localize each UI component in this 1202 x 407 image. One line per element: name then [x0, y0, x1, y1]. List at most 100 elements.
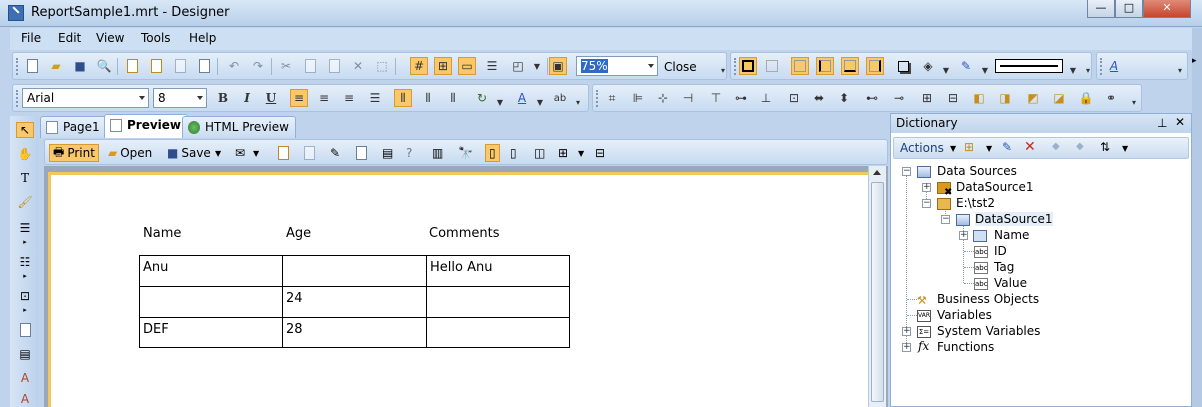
- align-justify-icon[interactable]: ☰: [366, 89, 384, 107]
- headers-icon[interactable]: ▭: [458, 57, 476, 75]
- move-down-icon[interactable]: ◆: [1076, 141, 1084, 152]
- page-setup-icon[interactable]: [195, 57, 213, 75]
- bookmarks-icon[interactable]: ▤: [382, 144, 393, 162]
- make-same-height-icon[interactable]: ⬍: [835, 89, 853, 107]
- close-panel-icon[interactable]: ✕: [1175, 115, 1185, 129]
- align-to-grid-icon[interactable]: ⊞: [434, 57, 452, 75]
- select-all-icon[interactable]: ⬚: [373, 57, 391, 75]
- single-page-icon[interactable]: ▯: [485, 144, 500, 162]
- shadow-icon[interactable]: [894, 57, 912, 75]
- font-size-combo[interactable]: 8: [153, 88, 207, 108]
- align-left-icon[interactable]: ≡: [290, 89, 308, 107]
- text-tool-icon[interactable]: T: [16, 170, 34, 186]
- edit-item-icon[interactable]: ✎: [1002, 140, 1012, 154]
- toolbar-overflow-icon[interactable]: ▸: [1192, 52, 1202, 112]
- scrollbar-thumb[interactable]: [871, 182, 884, 402]
- undo-icon[interactable]: ↶: [225, 57, 243, 75]
- menu-view[interactable]: View: [96, 31, 124, 45]
- border-color-dropdown-icon[interactable]: ▼: [976, 61, 994, 79]
- send-dropdown-icon[interactable]: ▼: [253, 144, 259, 162]
- fill-color-icon[interactable]: ◈: [919, 57, 937, 75]
- cut-icon[interactable]: ✂: [277, 57, 295, 75]
- actions-dropdown-icon[interactable]: ▼: [950, 144, 956, 153]
- send-email-icon[interactable]: ✉: [235, 144, 245, 162]
- font-family-combo[interactable]: Arial: [22, 88, 149, 108]
- align-middles-icon[interactable]: ⊶: [732, 89, 750, 107]
- rich-text-icon[interactable]: A: [16, 391, 34, 407]
- minimize-button[interactable]: —: [1087, 0, 1115, 18]
- save-button[interactable]: ■ Save: [167, 144, 211, 162]
- valign-center-icon[interactable]: ⦀: [419, 89, 437, 107]
- bands-dropdown-icon[interactable]: ▸: [16, 234, 34, 250]
- page-icon[interactable]: [16, 322, 34, 338]
- tree-item-connection[interactable]: E:\tst2: [956, 196, 995, 210]
- collapse-icon[interactable]: −: [941, 215, 950, 224]
- align-tops-icon[interactable]: ⊤: [707, 89, 725, 107]
- hand-tool-icon[interactable]: ✋: [16, 146, 34, 162]
- text-component-icon[interactable]: A: [16, 370, 34, 386]
- expand-icon[interactable]: +: [902, 343, 911, 352]
- page-layout-icon[interactable]: ⊞: [558, 144, 568, 162]
- send-to-back-icon[interactable]: ◨: [996, 89, 1014, 107]
- sort-icon[interactable]: ⇅: [1100, 140, 1110, 154]
- dock-icon[interactable]: ◰: [509, 57, 527, 75]
- menu-help[interactable]: Help: [189, 31, 216, 45]
- underline-button[interactable]: U: [262, 89, 280, 107]
- edit-page-icon[interactable]: ✎: [330, 144, 340, 162]
- new-report-icon[interactable]: [23, 57, 41, 75]
- delete-page-icon[interactable]: [171, 57, 189, 75]
- new-item-dropdown-icon[interactable]: ▼: [986, 144, 992, 153]
- link-icon[interactable]: ⚭: [1102, 89, 1120, 107]
- actions-menu[interactable]: Actions: [900, 141, 944, 155]
- align-right-icon[interactable]: ≡: [340, 89, 358, 107]
- close-preview-button[interactable]: Close: [664, 60, 697, 74]
- tab-page1[interactable]: Page1: [40, 116, 107, 138]
- move-backward-icon[interactable]: ◪: [1050, 89, 1068, 107]
- copy-icon[interactable]: [301, 57, 319, 75]
- delete-icon[interactable]: ✕: [349, 57, 367, 75]
- tab-preview[interactable]: Preview: [104, 114, 189, 138]
- italic-button[interactable]: I: [238, 89, 256, 107]
- find-icon[interactable]: 🔭: [458, 144, 473, 162]
- move-forward-icon[interactable]: ◩: [1024, 89, 1042, 107]
- preview-icon[interactable]: 🔍: [95, 57, 113, 75]
- new-page-icon[interactable]: [123, 57, 141, 75]
- bring-to-front-icon[interactable]: ◧: [970, 89, 988, 107]
- valign-top-icon[interactable]: ⦀: [394, 89, 412, 107]
- toolbar-options-icon[interactable]: ▾: [1079, 61, 1097, 79]
- border-top-icon[interactable]: [791, 57, 809, 75]
- pin-icon[interactable]: ⊥: [1157, 116, 1167, 130]
- align-to-grid-icon[interactable]: ⌗: [603, 89, 621, 107]
- redo-icon[interactable]: ↷: [249, 57, 267, 75]
- align-center-icon[interactable]: ≡: [315, 89, 333, 107]
- bold-button[interactable]: B: [214, 89, 232, 107]
- border-none-icon[interactable]: [763, 57, 781, 75]
- border-style-picker[interactable]: [995, 59, 1063, 73]
- new-item-icon[interactable]: ⊞: [964, 140, 974, 154]
- full-screen-icon[interactable]: ⊟: [595, 144, 605, 162]
- rotate-text-icon[interactable]: ↻: [473, 89, 491, 107]
- tree-item-data-sources[interactable]: Data Sources: [937, 164, 1017, 178]
- zoom-combo[interactable]: 75%: [576, 56, 658, 76]
- open-button[interactable]: ▰ Open: [108, 144, 152, 162]
- tree-item-functions[interactable]: Functions: [937, 340, 994, 354]
- zoom-icon[interactable]: ▣: [549, 57, 567, 75]
- continuous-icon[interactable]: ▯: [510, 144, 517, 162]
- scroll-up-icon[interactable]: [873, 170, 881, 175]
- grid-icon[interactable]: #: [410, 57, 428, 75]
- make-same-size-icon[interactable]: ⊡: [785, 89, 803, 107]
- panel-icon[interactable]: ▤: [16, 346, 34, 362]
- move-up-icon[interactable]: ◆: [1052, 141, 1060, 152]
- add-page-icon[interactable]: [278, 144, 289, 162]
- layout-dropdown-icon[interactable]: ▼: [578, 144, 584, 162]
- tree-item-business-objects[interactable]: Business Objects: [937, 292, 1039, 306]
- close-window-button[interactable]: ✕: [1143, 0, 1191, 18]
- expand-icon[interactable]: +: [902, 327, 911, 336]
- center-horizontally-icon[interactable]: ⊷: [863, 89, 881, 107]
- style-designer-icon[interactable]: A: [1105, 57, 1123, 75]
- components-dropdown-icon[interactable]: ▸: [16, 302, 34, 318]
- format-painter-icon[interactable]: 🖌: [16, 194, 34, 210]
- delete-page-icon[interactable]: [304, 144, 315, 162]
- paste-icon[interactable]: [325, 57, 343, 75]
- align-bottoms-icon[interactable]: ⊥: [757, 89, 775, 107]
